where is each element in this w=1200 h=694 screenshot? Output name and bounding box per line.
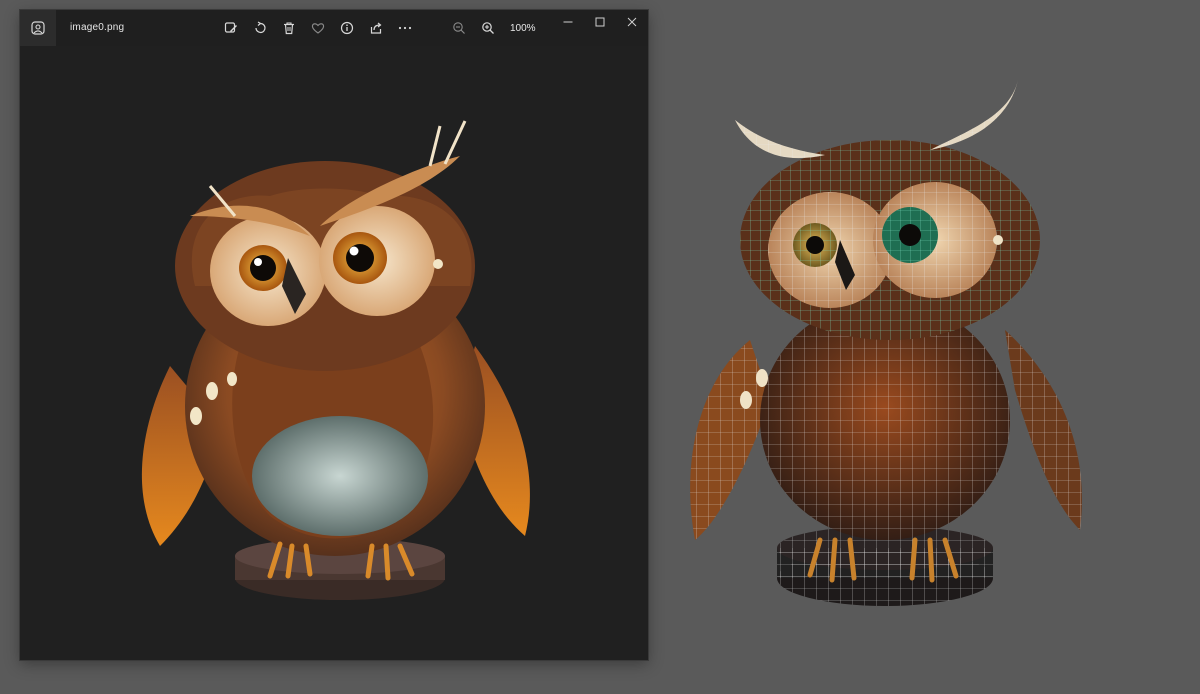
- minimize-icon[interactable]: [552, 10, 584, 34]
- photos-app-icon[interactable]: [20, 10, 56, 46]
- title-bar: image0.png 100%: [20, 10, 648, 46]
- window-controls: [552, 10, 648, 34]
- zoom-in-icon[interactable]: [473, 18, 502, 38]
- delete-icon[interactable]: [274, 18, 303, 38]
- rotate-icon[interactable]: [245, 18, 274, 38]
- zoom-controls: 100%: [444, 18, 536, 38]
- edit-image-icon[interactable]: [216, 18, 245, 38]
- 3d-viewport[interactable]: [660, 0, 1200, 689]
- zoom-level[interactable]: 100%: [510, 23, 536, 34]
- file-name: image0.png: [70, 22, 125, 33]
- heart-icon[interactable]: [303, 18, 332, 38]
- photo-viewer-window: image0.png 100%: [20, 10, 648, 660]
- share-icon[interactable]: [361, 18, 390, 38]
- owl-illustration: [141, 120, 530, 600]
- more-icon[interactable]: [390, 18, 419, 38]
- close-icon[interactable]: [616, 10, 648, 34]
- viewer-toolbar: [216, 18, 419, 38]
- maximize-icon[interactable]: [584, 10, 616, 34]
- info-icon[interactable]: [332, 18, 361, 38]
- owl-wireframe-model: [690, 80, 1082, 606]
- image-canvas[interactable]: [20, 46, 648, 660]
- zoom-out-icon[interactable]: [444, 18, 473, 38]
